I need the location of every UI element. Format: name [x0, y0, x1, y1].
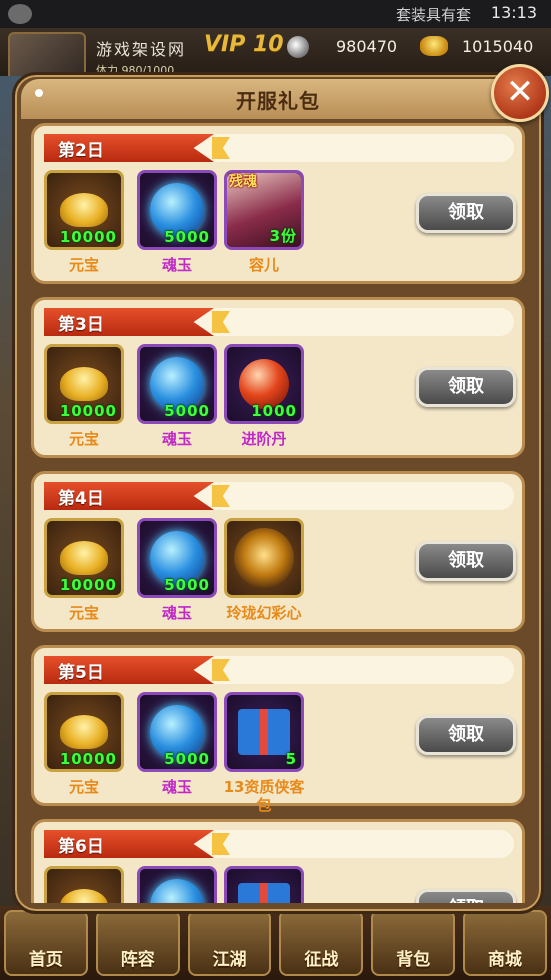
nav-bag[interactable]: 背包 [371, 910, 456, 976]
item-count: 5000 [164, 750, 210, 768]
item-name: 进阶丹 [241, 430, 287, 448]
day-reward-card: 第3日领取 10000 元宝 5000 魂玉 1000 进阶丹 [31, 297, 525, 458]
item-count: 5000 [164, 576, 210, 594]
claim-button[interactable]: 领取 [416, 715, 516, 755]
day-label: 第4日 [58, 489, 104, 509]
nav-label: 江湖 [212, 950, 247, 970]
gift-box-icon [238, 709, 290, 755]
gold-ingot-icon [60, 193, 108, 227]
reward-item[interactable] [224, 518, 304, 598]
soul-jade-icon [150, 879, 204, 903]
vip-level[interactable]: VIP 10 [204, 32, 284, 57]
nav-label: 征战 [304, 950, 339, 970]
reward-item[interactable]: 10000 [44, 170, 124, 250]
gift-box-icon [238, 883, 290, 903]
reward-item[interactable]: 5000 [137, 692, 217, 772]
reward-item[interactable] [224, 866, 304, 903]
silver-coin-icon [287, 36, 309, 58]
reward-list[interactable]: 第2日 领取 10000 元宝 5000 魂玉 残魂 3份 容儿 第3日 领取 10000 元宝 5000… [31, 123, 525, 903]
claim-button[interactable]: 领取 [416, 889, 516, 903]
day-label: 第3日 [58, 315, 104, 335]
item-count: 10000 [59, 750, 117, 768]
status-text: 套装具有套 [395, 6, 471, 24]
nav-label: 阵容 [120, 950, 155, 970]
day-label: 第5日 [58, 663, 104, 683]
day-label: 第6日 [58, 837, 104, 857]
item-name: 元宝 [68, 604, 99, 622]
reward-item[interactable]: 5000 [137, 866, 217, 903]
fragment-badge: 残魂 [229, 174, 257, 190]
item-count: 5 [285, 750, 297, 768]
gold-count: 1015040 [462, 37, 534, 56]
reward-item[interactable]: 5000 [137, 170, 217, 250]
status-time: 13:13 [490, 3, 537, 22]
item-name: 魂玉 [161, 604, 192, 622]
item-name: 魂玉 [161, 430, 192, 448]
server-launch-gift-panel: 开服礼包 第2日 领取 10000 元宝 5000 魂玉 残魂 3份 容儿 第3日 领取 10000 元… [12, 72, 544, 914]
status-bar: 套装具有套 13:13 [0, 0, 551, 28]
gold-ingot-icon [60, 541, 108, 575]
day-reward-card: 第5日领取 10000 元宝 5000 魂玉 5 13资质侠客包 [31, 645, 525, 814]
item-name: 玲珑幻彩心 [226, 604, 302, 622]
claim-button[interactable]: 领取 [416, 541, 516, 581]
item-count: 10000 [59, 228, 117, 246]
coin-count: 980470 [336, 37, 398, 56]
nav-battle[interactable]: 征战 [279, 910, 364, 976]
nav-world[interactable]: 江湖 [187, 910, 272, 976]
reward-item[interactable]: 5 [224, 692, 304, 772]
day-label: 第2日 [58, 141, 104, 161]
day-reward-card: 第6日领取10000元宝5000魂玉 [31, 819, 525, 903]
item-name: 容儿 [248, 256, 279, 274]
item-name: 元宝 [68, 256, 99, 274]
panel-header: 开服礼包 [21, 79, 535, 119]
day-reward-card: 第4日领取 10000 元宝 5000 魂玉 玲珑幻彩心 [31, 471, 525, 632]
panel-title: 开服礼包 [236, 89, 320, 113]
reward-item[interactable]: 1000 [224, 344, 304, 424]
claim-button[interactable]: 领取 [416, 367, 516, 407]
gold-ingot-icon [60, 367, 108, 401]
close-button[interactable]: ✕ [491, 64, 549, 122]
day-reward-card: 第2日领取 10000 元宝 5000 魂玉 残魂 3份容儿 [31, 123, 525, 284]
bottom-nav: 首页 阵容 江湖 征战 背包 商城 [0, 906, 551, 980]
site-name: 游戏架设网 [96, 40, 187, 59]
item-count: 10000 [59, 402, 117, 420]
treasure-icon [234, 528, 294, 588]
player-header: 游戏架设网 VIP 10 980470 1015040 体力 980/1000 [0, 28, 551, 94]
reward-item[interactable]: 10000 [44, 692, 124, 772]
reward-item[interactable]: 残魂 3份 [224, 170, 304, 250]
reward-item[interactable]: 10000 [44, 518, 124, 598]
nav-lineup[interactable]: 阵容 [95, 910, 180, 976]
claim-button[interactable]: 领取 [416, 193, 516, 233]
nav-label: 商城 [488, 950, 523, 970]
reward-item[interactable]: 10000 [44, 866, 124, 903]
nav-shop[interactable]: 商城 [463, 910, 547, 976]
item-name: 魂玉 [161, 256, 192, 274]
back-icon[interactable] [8, 4, 32, 24]
item-name: 元宝 [68, 778, 99, 796]
item-count: 10000 [59, 576, 117, 594]
item-count: 5000 [164, 402, 210, 420]
reward-item[interactable]: 5000 [137, 344, 217, 424]
item-name: 魂玉 [161, 778, 192, 796]
nav-label: 首页 [28, 950, 63, 970]
item-count: 3份 [269, 227, 297, 245]
item-name: 13资质侠客包 [223, 778, 305, 814]
nav-label: 背包 [396, 950, 431, 970]
item-count: 1000 [251, 402, 297, 420]
gold-ingot-icon [420, 36, 448, 56]
reward-item[interactable]: 5000 [137, 518, 217, 598]
gold-ingot-icon [60, 715, 108, 749]
nav-home[interactable]: 首页 [4, 910, 88, 976]
item-count: 5000 [164, 228, 210, 246]
item-name: 元宝 [68, 430, 99, 448]
reward-item[interactable]: 10000 [44, 344, 124, 424]
gold-ingot-icon [60, 889, 108, 903]
